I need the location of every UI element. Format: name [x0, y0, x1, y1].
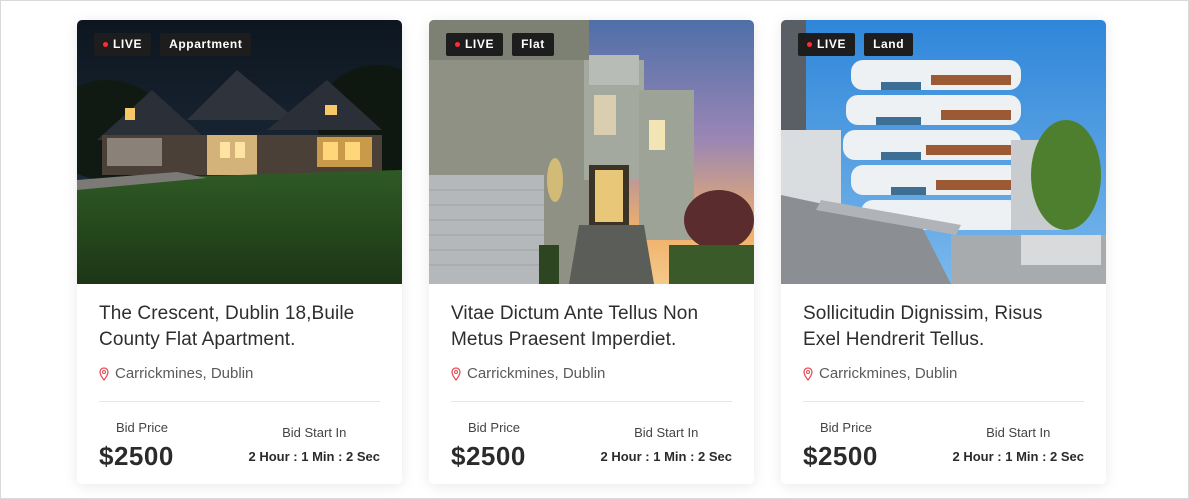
bid-price-label: Bid Price — [820, 420, 873, 435]
property-title-line: Exel Hendrerit Tellus. — [803, 329, 985, 350]
live-badge: LIVE — [798, 33, 856, 56]
property-location: Carrickmines, Dublin — [99, 365, 380, 382]
bid-info: Bid Price $2500 Bid Start In 2 Hour : 1 … — [99, 402, 380, 472]
bid-price-block: Bid Price $2500 — [451, 420, 526, 472]
property-photo[interactable]: LIVE Flat — [429, 20, 754, 284]
bid-price-value: $2500 — [99, 441, 174, 471]
badge-group: LIVE Flat — [446, 33, 554, 56]
bid-info: Bid Price $2500 Bid Start In 2 Hour : 1 … — [803, 402, 1084, 472]
bid-start-label: Bid Start In — [634, 425, 699, 440]
live-dot-icon — [807, 42, 812, 47]
category-badge: Land — [864, 33, 914, 56]
live-badge: LIVE — [446, 33, 504, 56]
property-title[interactable]: Vitae Dictum Ante Tellus Non Metus Praes… — [451, 301, 732, 353]
bid-countdown: 2 Hour : 1 Min : 2 Sec — [248, 449, 380, 464]
location-text: Carrickmines, Dublin — [467, 365, 606, 382]
bid-countdown: 2 Hour : 1 Min : 2 Sec — [952, 449, 1084, 464]
property-title-line: The Crescent, Dublin 18,Buile — [99, 303, 355, 324]
bid-start-block: Bid Start In 2 Hour : 1 Min : 2 Sec — [601, 420, 732, 472]
property-title-line: County Flat Apartment. — [99, 329, 296, 350]
bid-price-block: Bid Price $2500 — [803, 420, 878, 472]
property-title-line: Metus Praesent Imperdiet. — [451, 329, 677, 350]
bid-start-label: Bid Start In — [282, 425, 347, 440]
badge-group: LIVE Land — [798, 33, 914, 56]
property-title-line: Sollicitudin Dignissim, Risus — [803, 303, 1043, 324]
bid-price-value: $2500 — [451, 441, 526, 471]
map-pin-icon — [99, 366, 109, 381]
property-location: Carrickmines, Dublin — [803, 365, 1084, 382]
category-badge: Flat — [512, 33, 554, 56]
live-label: LIVE — [817, 37, 847, 51]
property-location: Carrickmines, Dublin — [451, 365, 732, 382]
bid-countdown: 2 Hour : 1 Min : 2 Sec — [600, 449, 732, 464]
bid-info: Bid Price $2500 Bid Start In 2 Hour : 1 … — [451, 402, 732, 472]
live-badge: LIVE — [94, 33, 152, 56]
bid-price-label: Bid Price — [116, 420, 169, 435]
property-photo[interactable]: LIVE Appartment — [77, 20, 402, 284]
bid-price-label: Bid Price — [468, 420, 521, 435]
property-title[interactable]: Sollicitudin Dignissim, Risus Exel Hendr… — [803, 301, 1084, 353]
badge-group: LIVE Appartment — [94, 33, 252, 56]
property-title-line: Vitae Dictum Ante Tellus Non — [451, 303, 699, 324]
live-label: LIVE — [465, 37, 495, 51]
auction-card-list: LIVE Appartment The Crescent, Dublin 18,… — [77, 20, 1106, 484]
location-text: Carrickmines, Dublin — [115, 365, 254, 382]
bid-price-block: Bid Price $2500 — [99, 420, 174, 472]
location-text: Carrickmines, Dublin — [819, 365, 958, 382]
map-pin-icon — [803, 366, 813, 381]
live-label: LIVE — [113, 37, 143, 51]
bid-start-block: Bid Start In 2 Hour : 1 Min : 2 Sec — [953, 420, 1084, 472]
live-dot-icon — [103, 42, 108, 47]
category-badge: Appartment — [160, 33, 252, 56]
property-card[interactable]: LIVE Appartment The Crescent, Dublin 18,… — [77, 20, 402, 484]
property-card[interactable]: LIVE Land Sollicitudin Dignissim, Risus … — [781, 20, 1106, 484]
property-photo[interactable]: LIVE Land — [781, 20, 1106, 284]
property-card[interactable]: LIVE Flat Vitae Dictum Ante Tellus Non M… — [429, 20, 754, 484]
map-pin-icon — [451, 366, 461, 381]
live-dot-icon — [455, 42, 460, 47]
property-title[interactable]: The Crescent, Dublin 18,Buile County Fla… — [99, 301, 380, 353]
bid-start-block: Bid Start In 2 Hour : 1 Min : 2 Sec — [249, 420, 380, 472]
bid-start-label: Bid Start In — [986, 425, 1051, 440]
bid-price-value: $2500 — [803, 441, 878, 471]
